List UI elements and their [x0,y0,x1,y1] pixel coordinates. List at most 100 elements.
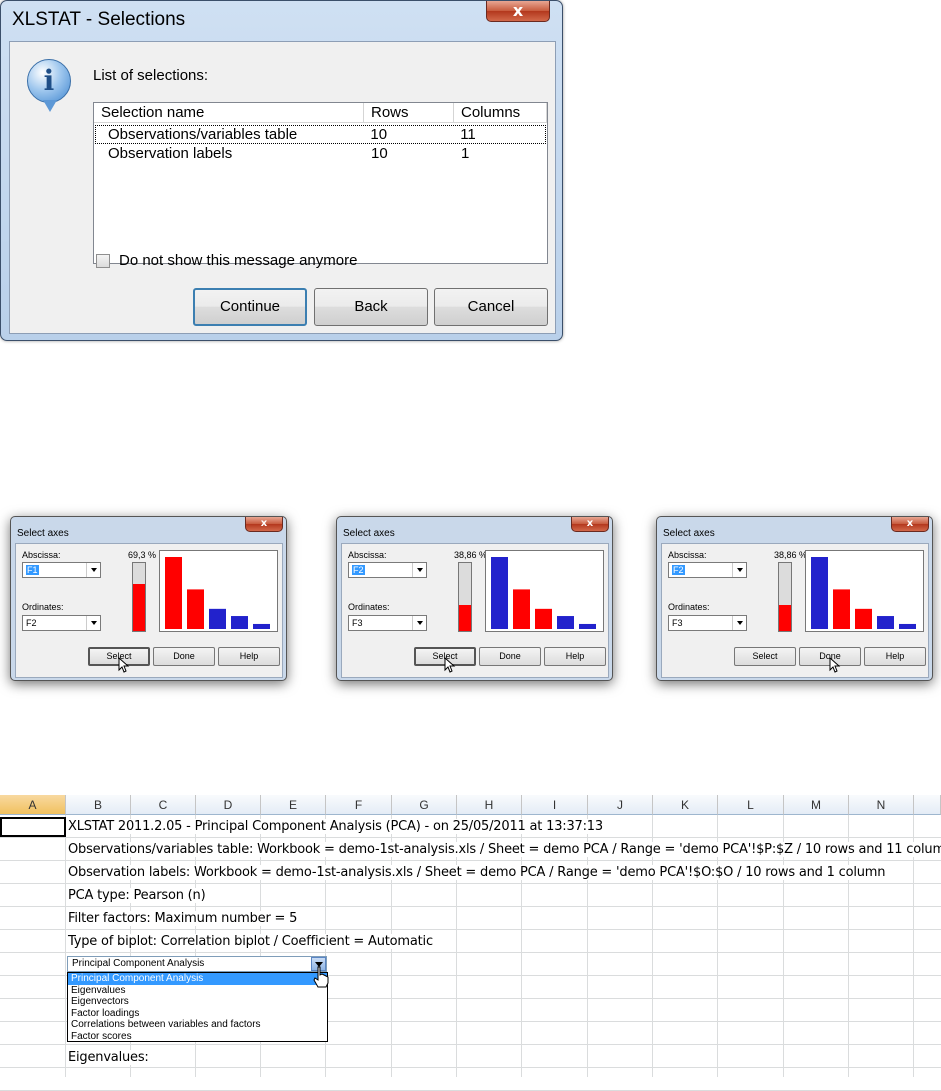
list-item[interactable]: Observation labels 10 1 [94,144,547,163]
column-header-n[interactable]: N [849,795,914,815]
dialog-body: Abscissa: F1 Ordinates: F2 69,3 % Select… [15,543,283,678]
list-heading: List of selections: [93,67,209,84]
spreadsheet[interactable]: ABCDEFGHIJKLMN XLSTAT 2011.2.05 - Princi… [0,795,941,1091]
eigenvalue-bar [491,557,508,629]
column-header-m[interactable]: M [784,795,849,815]
select-axes-dialog: Select axes x Abscissa: F1 Ordinates: F2… [10,516,287,681]
inertia-gauge [778,562,792,632]
selection-columns: 1 [461,145,470,162]
column-header-filler [914,795,941,815]
eigenvalue-chart [805,550,924,632]
report-line: PCA type: Pearson (n) [68,888,210,903]
eigenvalue-bar [855,608,872,629]
select-button[interactable]: Select [734,647,796,666]
select-axes-dialog: Select axes x Abscissa: F2 Ordinates: F3… [656,516,933,681]
column-header-b[interactable]: B [66,795,131,815]
inertia-percent: 38,86 % [774,550,808,560]
eigenvalue-chart [485,550,604,632]
close-button[interactable]: x [571,517,609,532]
column-header-rows[interactable]: Rows [364,103,454,122]
close-button[interactable]: x [245,517,283,532]
column-header-l[interactable]: L [718,795,784,815]
dropdown-option[interactable]: Principal Component Analysis [68,973,327,985]
ordinates-label: Ordinates: [22,602,64,612]
done-button[interactable]: Done [153,647,215,666]
eigenvalue-bar [231,616,248,629]
selections-list[interactable]: Selection name Rows Columns Observations… [93,102,548,264]
ordinates-select[interactable]: F2 [22,615,101,631]
abscissa-label: Abscissa: [22,550,61,560]
grid-line [0,860,941,861]
abscissa-select[interactable]: F2 [348,562,427,578]
checkbox-label: Do not show this message anymore [119,252,358,269]
inertia-gauge-fill [133,583,145,631]
chevron-down-icon[interactable] [86,563,100,577]
chevron-down-icon[interactable] [412,616,426,630]
ordinates-value: F3 [672,618,683,628]
ordinates-select[interactable]: F3 [348,615,427,631]
dropdown-option[interactable]: Factor scores [68,1031,327,1043]
inertia-gauge-fill [459,604,471,631]
ordinates-value: F2 [26,618,37,628]
column-header-c[interactable]: C [131,795,196,815]
chevron-down-icon[interactable] [732,616,746,630]
column-header-g[interactable]: G [392,795,457,815]
eigenvalue-bars [165,557,270,629]
abscissa-select[interactable]: F1 [22,562,101,578]
back-button[interactable]: Back [314,288,428,326]
dialog-body: Abscissa: F2 Ordinates: F3 38,86 % Selec… [661,543,929,678]
continue-button[interactable]: Continue [193,288,307,326]
output-navigator-dropdown[interactable]: Principal Component Analysis [67,956,327,972]
eigenvalue-bar [899,623,916,629]
eigenvalue-bar [877,616,894,629]
done-button[interactable]: Done [479,647,541,666]
close-button[interactable]: x [891,517,929,532]
abscissa-select[interactable]: F2 [668,562,747,578]
grid-line [0,883,941,884]
dropdown-option[interactable]: Eigenvalues [68,985,327,997]
dropdown-option[interactable]: Correlations between variables and facto… [68,1019,327,1031]
column-header-d[interactable]: D [196,795,261,815]
eigenvalue-bars [491,557,596,629]
selection-name: Observation labels [108,145,233,162]
grid-line [65,815,66,1077]
report-line: XLSTAT 2011.2.05 - Principal Component A… [68,819,607,834]
do-not-show-checkbox[interactable] [96,253,110,268]
ordinates-label: Ordinates: [668,602,710,612]
inertia-gauge [458,562,472,632]
dropdown-option[interactable]: Factor loadings [68,1008,327,1020]
mouse-pointer-icon [444,657,456,673]
eigenvalue-bar [165,557,182,629]
close-button[interactable]: x [486,1,550,22]
selection-name: Observations/variables table [108,126,298,143]
dialog-title: XLSTAT - Selections [12,9,186,30]
column-header-name[interactable]: Selection name [94,103,364,122]
eigenvalue-bar [209,608,226,629]
selections-dialog: XLSTAT - Selections x i List of selectio… [0,0,563,341]
column-header-j[interactable]: J [588,795,653,815]
dropdown-options[interactable]: Principal Component Analysis Eigenvalues… [67,972,328,1042]
column-header-a[interactable]: A [0,795,66,815]
column-header-columns[interactable]: Columns [454,103,547,122]
inertia-gauge [132,562,146,632]
column-header-f[interactable]: F [326,795,392,815]
column-header-k[interactable]: K [653,795,718,815]
column-header-e[interactable]: E [261,795,326,815]
ordinates-select[interactable]: F3 [668,615,747,631]
column-header-i[interactable]: I [522,795,588,815]
active-cell[interactable] [0,817,66,837]
help-button[interactable]: Help [864,647,926,666]
help-button[interactable]: Help [544,647,606,666]
eigenvalue-bar [253,623,270,629]
cancel-button[interactable]: Cancel [434,288,548,326]
list-item[interactable]: Observations/variables table 10 11 [95,125,546,144]
selection-rows: 10 [370,126,388,143]
eigenvalue-bar [557,616,574,629]
eigenvalue-bars [811,557,916,629]
help-button[interactable]: Help [218,647,280,666]
column-header-h[interactable]: H [457,795,522,815]
dropdown-option[interactable]: Eigenvectors [68,996,327,1008]
chevron-down-icon[interactable] [86,616,100,630]
chevron-down-icon[interactable] [412,563,426,577]
chevron-down-icon[interactable] [732,563,746,577]
